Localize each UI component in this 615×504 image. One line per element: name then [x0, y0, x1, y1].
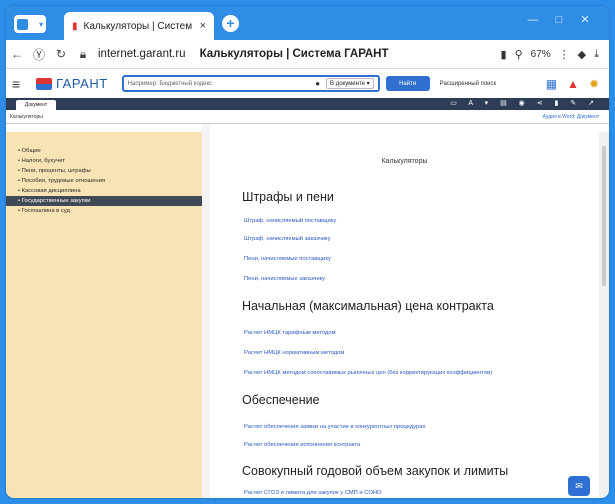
garant-logo-icon	[36, 77, 52, 90]
extension-icon[interactable]: ◆	[578, 48, 586, 61]
document-tab[interactable]: Документ	[16, 100, 56, 110]
tab-close-button[interactable]: ×	[200, 20, 206, 32]
chevron-down-icon: ▾	[38, 19, 43, 29]
minimize-button[interactable]: —	[526, 13, 540, 27]
search-placeholder: Например: Бюджетный кодекс	[127, 80, 213, 87]
calculator-link[interactable]: Штраф, начисляемый заказчику	[244, 236, 331, 242]
calculator-link[interactable]: Расчет НМЦК нормативным методом	[244, 350, 344, 356]
yandex-icon[interactable]: Ⓨ	[28, 46, 50, 63]
close-window-button[interactable]: ✕	[578, 13, 592, 27]
page-title: Калькуляторы | Система ГАРАНТ	[199, 48, 389, 60]
tab-title: Калькуляторы | Систем	[83, 20, 193, 32]
sidebar-item-procurement[interactable]: • Государственные закупки	[6, 196, 202, 206]
content-heading: Калькуляторы	[381, 158, 428, 165]
sidebar-item-general[interactable]: • Общие	[6, 146, 202, 156]
url-host[interactable]: internet.garant.ru	[98, 48, 186, 60]
breadcrumb: Калькуляторы	[10, 114, 43, 120]
sidebar-item-taxes[interactable]: • Налоги, бухучет	[6, 156, 202, 166]
zoom-level[interactable]: 67%	[531, 49, 551, 60]
sidebar-item-court-fee[interactable]: • Госпошлина в суд	[6, 206, 202, 216]
sidebar-item-cash[interactable]: • Кассовая дисциплина	[6, 186, 202, 196]
document-tools-icons[interactable]: ▭ A ▾ ▤ ◉ ⋖ ▮ ✎ ↗	[450, 98, 599, 110]
content-top-strip	[6, 124, 609, 132]
calculator-link[interactable]: Расчет НМЦК методом сопоставимых рыночны…	[244, 370, 492, 376]
main-content: Калькуляторы Штрафы и пени Штраф, начисл…	[210, 132, 599, 498]
browser-window: ▾ ▮ Калькуляторы | Систем × + — □ ✕ ← Ⓨ …	[6, 6, 609, 498]
reload-icon[interactable]: ↻	[50, 47, 72, 61]
section-title: Штрафы и пени	[242, 190, 334, 204]
more-icon[interactable]: ⋮	[559, 48, 570, 61]
back-arrow-icon[interactable]: ←	[6, 47, 28, 61]
browser-tab[interactable]: ▮ Калькуляторы | Систем ×	[64, 12, 214, 40]
sidebar: • Общие • Налоги, бухучет • Пени, процен…	[6, 132, 202, 498]
document-bar: Документ ▭ A ▾ ▤ ◉ ⋖ ▮ ✎ ↗	[6, 98, 609, 110]
maximize-button[interactable]: □	[552, 13, 566, 27]
address-bar-actions: ▮ ⚲ 67% ⋮ ◆ ⤓	[501, 48, 609, 61]
tab-menu-button[interactable]: ▾	[14, 15, 46, 33]
breadcrumb-bar: Калькуляторы Аудио в Word; Документ	[6, 110, 609, 124]
settings-icon[interactable]: ✹	[589, 77, 599, 91]
chat-icon[interactable]: ✉	[568, 476, 590, 496]
lock-icon: 🔒︎	[79, 46, 87, 61]
sidebar-item-benefits[interactable]: • Пособия, трудовые отношения	[6, 176, 202, 186]
tab-strip: ▾ ▮ Калькуляторы | Систем × + — □ ✕	[6, 6, 609, 40]
filter-icon[interactable]: ▦	[546, 77, 557, 91]
search-input[interactable]: Например: Бюджетный кодекс ● В документе…	[121, 75, 380, 92]
calculator-link[interactable]: Расчет НМЦК тарифным методом	[244, 330, 336, 336]
zoom-icon[interactable]: ⚲	[515, 48, 523, 61]
desktop-background: ▾ ▮ Калькуляторы | Систем × + — □ ✕ ← Ⓨ …	[0, 0, 615, 504]
calculator-link[interactable]: Расчет обеспечения заявки на участие в к…	[244, 424, 425, 430]
calculator-link[interactable]: Штраф, начисляемый поставщику	[244, 218, 336, 224]
tabs-icon	[17, 18, 28, 30]
bookmark-icon[interactable]: ▮	[501, 48, 507, 61]
sidebar-item-penalties[interactable]: • Пени, проценты, штрафы	[6, 166, 202, 176]
scrollbar[interactable]	[599, 132, 609, 498]
search-scope-select[interactable]: В документе ▾	[326, 78, 374, 89]
microphone-icon[interactable]: ●	[315, 79, 320, 88]
flag-icon[interactable]: ▲	[567, 77, 579, 91]
scrollbar-thumb[interactable]	[602, 146, 606, 286]
calculator-link[interactable]: Расчет обеспечения исполнения контракта	[244, 442, 360, 448]
address-bar: ← Ⓨ ↻ 🔒︎ internet.garant.ru Калькуляторы…	[6, 40, 609, 68]
menu-icon[interactable]: ≡	[12, 76, 30, 92]
calculator-link[interactable]: Расчет СГОЗ и лимита для закупок у СМП и…	[244, 490, 382, 496]
garant-toolbar: ≡ ГАРАНТ Например: Бюджетный кодекс ● В …	[6, 68, 609, 98]
downloads-icon[interactable]: ⤓	[594, 48, 599, 61]
calculator-link[interactable]: Пени, начисляемые поставщику	[244, 256, 331, 262]
sidebar-list: • Общие • Налоги, бухучет • Пени, процен…	[6, 132, 202, 216]
calculator-link[interactable]: Пени, начисляемые заказчику	[244, 276, 325, 282]
find-button[interactable]: Найти	[385, 76, 430, 91]
garant-logo[interactable]: ГАРАНТ	[36, 76, 108, 91]
sidebar-divider[interactable]	[202, 124, 210, 498]
advanced-search-link[interactable]: Расширенный поиск	[440, 81, 497, 87]
new-tab-button[interactable]: +	[222, 15, 239, 32]
logo-text: ГАРАНТ	[56, 76, 108, 91]
document-link[interactable]: Аудио в Word; Документ	[543, 110, 599, 124]
garant-favicon-icon: ▮	[72, 20, 78, 32]
toolbar-right-icons: ▦ ▲ ✹	[546, 77, 609, 91]
section-title: Совокупный годовой объем закупок и лимит…	[242, 464, 509, 478]
section-title: Начальная (максимальная) цена контракта	[242, 299, 494, 313]
section-title: Обеспечение	[242, 393, 320, 407]
